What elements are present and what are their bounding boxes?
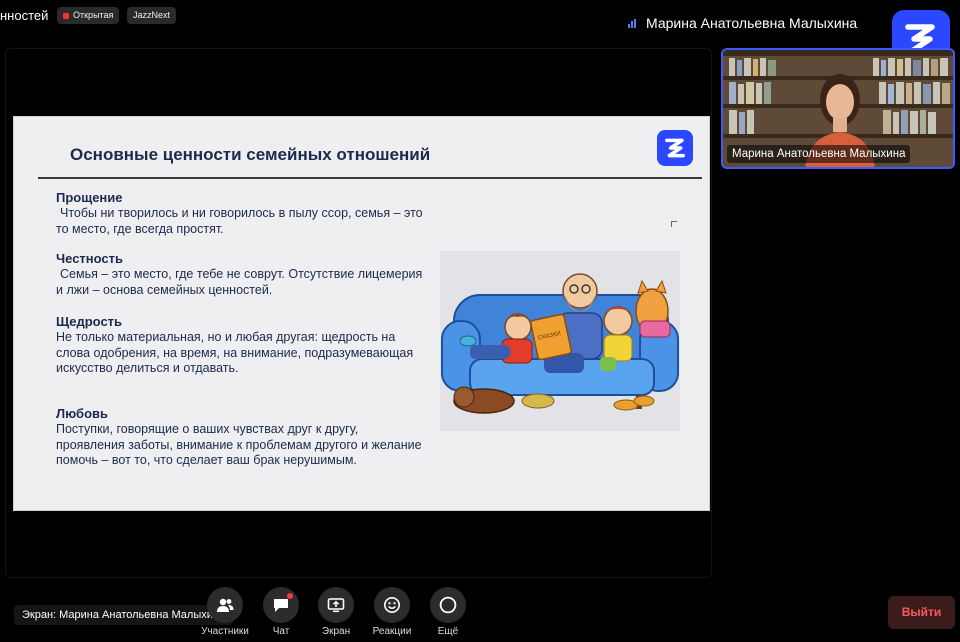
- mouse-cursor-icon: [671, 221, 677, 227]
- smiley-icon: [374, 587, 410, 623]
- participants-icon: [207, 587, 243, 623]
- value-section: Любовь Поступки, говорящие о ваших чувст…: [56, 406, 426, 469]
- open-badge-label: Открытая: [73, 10, 114, 20]
- value-heading: Щедрость: [56, 314, 123, 329]
- chat-icon: [263, 587, 299, 623]
- slide-title: Основные ценности семейных отношений: [70, 145, 431, 164]
- title-divider: [38, 177, 702, 179]
- open-meeting-badge[interactable]: Открытая: [57, 7, 120, 24]
- value-text: Поступки, говорящие о ваших чувствах дру…: [56, 422, 422, 467]
- audio-level-icon: [628, 19, 638, 28]
- meeting-title: нностей: [0, 8, 49, 23]
- reactions-label: Реакции: [372, 626, 412, 637]
- participant-video-tile[interactable]: Марина Анатольевна Малыхина: [721, 48, 955, 169]
- screen-share-button[interactable]: Экран: [306, 587, 366, 637]
- jazz-logo-icon: [665, 138, 685, 158]
- active-speaker: Марина Анатольевна Малыхина: [628, 15, 857, 31]
- lock-icon: [63, 12, 69, 19]
- participants-label: Участники: [201, 626, 249, 637]
- leave-button[interactable]: Выйти: [888, 596, 955, 629]
- screen-share-icon: [318, 587, 354, 623]
- value-text: Не только материальная, но и любая друга…: [56, 330, 414, 375]
- screen-share-stage: Основные ценности семейных отношений Про…: [5, 48, 712, 625]
- participant-name: Марина Анатольевна Малыхина: [727, 145, 911, 163]
- more-label: Ещё: [437, 626, 459, 637]
- value-heading: Любовь: [56, 406, 109, 421]
- value-section: Щедрость Не только материальная, но и лю…: [56, 314, 426, 377]
- slide-logo: [657, 130, 693, 166]
- unread-indicator: [287, 593, 293, 599]
- active-speaker-name: Марина Анатольевна Малыхина: [646, 15, 858, 31]
- screen-share-label-text: Экран: [321, 626, 351, 637]
- top-bar: нностей Открытая JazzNext Марина Анатоль…: [0, 0, 960, 68]
- presentation-slide: Основные ценности семейных отношений Про…: [13, 116, 710, 511]
- family-sofa-image: СКАЗКИ: [441, 273, 679, 414]
- app-badge[interactable]: JazzNext: [127, 7, 177, 24]
- participants-button[interactable]: Участники: [195, 587, 255, 637]
- family-illustration: СКАЗКИ: [440, 251, 680, 431]
- reactions-button[interactable]: Реакции: [362, 587, 422, 637]
- more-circle-icon: [430, 587, 466, 623]
- value-text: Семья – это место, где тебе не соврут. О…: [56, 267, 423, 297]
- value-text: Чтобы ни творилось и ни говорилось в пыл…: [56, 206, 423, 236]
- value-heading: Честность: [56, 251, 123, 266]
- more-button[interactable]: Ещё: [418, 587, 478, 637]
- chat-button[interactable]: Чат: [251, 587, 311, 637]
- value-heading: Прощение: [56, 190, 123, 205]
- value-section: Честность Семья – это место, где тебе не…: [56, 251, 426, 298]
- chat-label: Чат: [272, 626, 290, 637]
- value-section: Прощение Чтобы ни творилось и ни говорил…: [56, 190, 426, 237]
